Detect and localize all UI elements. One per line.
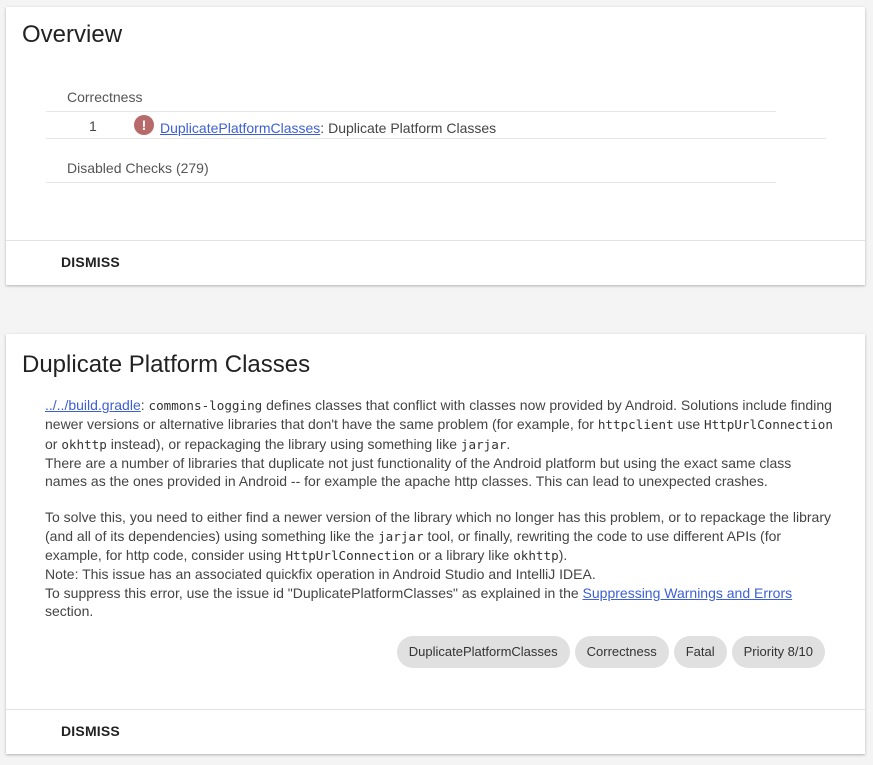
code: jarjar xyxy=(460,436,507,452)
issue-count: 1 xyxy=(89,118,97,134)
chip-priority: Priority 8/10 xyxy=(731,636,825,668)
dismiss-button[interactable]: DISMISS xyxy=(61,254,120,270)
suppressing-warnings-link[interactable]: Suppressing Warnings and Errors xyxy=(583,585,793,601)
divider xyxy=(46,138,826,139)
explanation-paragraph: To solve this, you need to either find a… xyxy=(45,508,835,565)
code: jarjar xyxy=(378,528,424,544)
issue-summary-text: Duplicate Platform Classes xyxy=(328,120,497,136)
chip-severity: Fatal xyxy=(673,636,727,668)
chip-category: Correctness xyxy=(574,636,669,668)
dismiss-button[interactable]: DISMISS xyxy=(61,723,120,739)
card-actions: DISMISS xyxy=(6,240,865,285)
issue-detail-card: Duplicate Platform Classes ../../build.g… xyxy=(6,334,865,754)
text: To suppress this error, use the issue id… xyxy=(45,584,583,601)
location-link[interactable]: ../../build.gradle xyxy=(45,397,141,413)
issue-summary: DuplicatePlatformClasses: Duplicate Plat… xyxy=(160,120,496,136)
code: httpclient xyxy=(597,417,674,433)
code: commons-logging xyxy=(148,398,263,413)
chip-issue-id: DuplicatePlatformClasses xyxy=(396,636,570,668)
overview-title: Overview xyxy=(22,21,123,48)
issue-separator: : xyxy=(320,120,329,136)
text: or xyxy=(45,435,62,452)
issue-title: Duplicate Platform Classes xyxy=(22,351,311,378)
issue-id-link[interactable]: DuplicatePlatformClasses xyxy=(160,120,320,136)
quickfix-note: Note: This issue has an associated quick… xyxy=(45,566,596,583)
explanation-paragraph: ../../build.gradle: commons-logging defi… xyxy=(45,396,835,454)
explanation-paragraph: There are a number of libraries that dup… xyxy=(45,454,792,490)
chip-row: DuplicatePlatformClasses Correctness Fat… xyxy=(396,636,825,668)
code: okhttp xyxy=(61,436,107,452)
code: HttpUrlConnection xyxy=(285,548,415,564)
code: okhttp xyxy=(513,548,559,564)
text: use xyxy=(673,416,705,433)
suppress-paragraph: To suppress this error, use the issue id… xyxy=(45,584,835,621)
category-label: Correctness xyxy=(67,89,143,105)
text: . xyxy=(506,435,511,452)
divider xyxy=(46,111,776,112)
text: : xyxy=(140,397,149,413)
text: ). xyxy=(558,547,568,564)
disabled-checks-link[interactable]: Disabled Checks (279) xyxy=(67,160,209,176)
text: section. xyxy=(45,602,94,619)
error-icon: ! xyxy=(134,115,154,135)
issue-explanation: ../../build.gradle: commons-logging defi… xyxy=(45,396,835,620)
text: or a library like xyxy=(414,547,514,564)
code: HttpUrlConnection xyxy=(704,417,833,433)
text: instead), or repackaging the library usi… xyxy=(106,435,461,452)
divider xyxy=(46,182,776,183)
card-actions: DISMISS xyxy=(6,709,865,754)
overview-card: Overview Correctness 1 ! DuplicatePlatfo… xyxy=(6,7,865,285)
